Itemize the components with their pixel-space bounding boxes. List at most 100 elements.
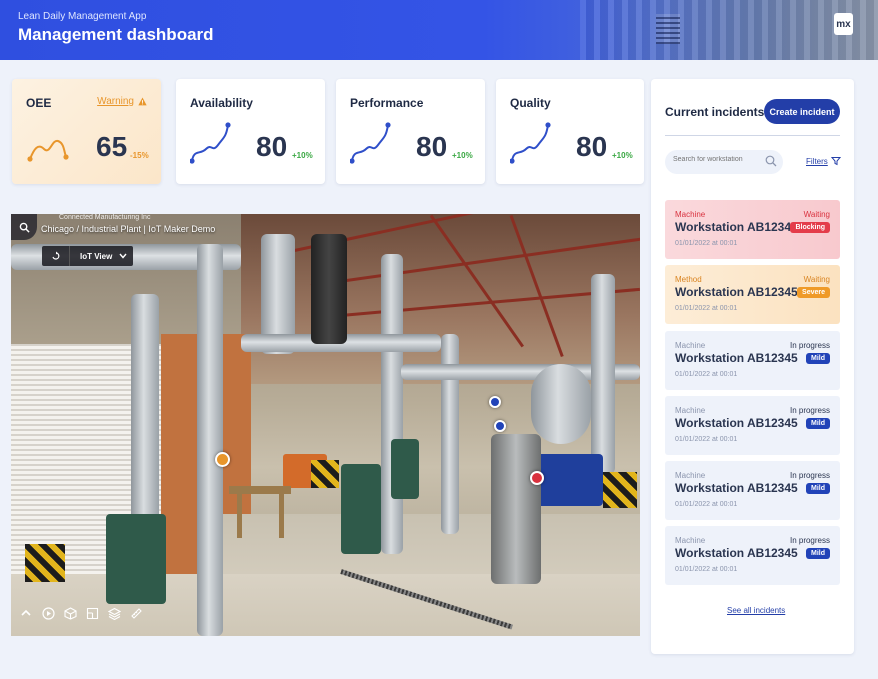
incident-workstation: Workstation AB12345 xyxy=(675,220,798,234)
incident-workstation: Workstation AB12345 xyxy=(675,416,798,430)
incident-category: Machine xyxy=(675,471,706,480)
work-table xyxy=(229,486,291,494)
incident-date: 01/01/2022 at 00:01 xyxy=(675,305,738,312)
filter-icon xyxy=(830,157,841,166)
app-header: Lean Daily Management App Management das… xyxy=(0,0,878,60)
incident-card[interactable]: Machine Workstation AB12345 01/01/2022 a… xyxy=(665,526,840,585)
tank xyxy=(531,364,591,444)
panel-title: Current incidents xyxy=(665,105,765,119)
incident-category: Method xyxy=(675,275,702,284)
kpi-delta: +10% xyxy=(612,151,633,160)
hazard-stripe xyxy=(311,460,339,488)
chevron-up-icon[interactable] xyxy=(19,606,33,620)
incident-category: Machine xyxy=(675,406,706,415)
incident-category: Machine xyxy=(675,536,706,545)
kpi-warning-label: Warning xyxy=(97,96,134,107)
search-icon[interactable] xyxy=(765,155,777,167)
iot-hotspot-alert[interactable] xyxy=(530,471,544,485)
severity-badge: Mild xyxy=(806,418,830,429)
incident-workstation: Workstation AB12345 xyxy=(675,285,798,299)
create-incident-button[interactable]: Create incident xyxy=(764,99,840,124)
iot-hotspot-warning[interactable] xyxy=(215,452,230,467)
workstation-search-input[interactable] xyxy=(673,156,763,163)
pipe xyxy=(591,274,615,474)
hazard-stripe xyxy=(603,472,637,508)
search-icon xyxy=(19,222,30,233)
incident-card[interactable]: Machine Workstation AB12345 01/01/2022 a… xyxy=(665,331,840,390)
work-table-leg xyxy=(279,494,284,538)
filters-label: Filters xyxy=(806,156,828,166)
viewer-search-button[interactable] xyxy=(11,214,37,240)
pipe xyxy=(381,254,403,554)
warning-icon xyxy=(138,97,147,106)
rotate-icon[interactable] xyxy=(42,246,70,266)
plant-3d-viewer[interactable]: Connected Manufacturing Inc Chicago / In… xyxy=(11,214,640,636)
oee-trend-icon xyxy=(27,139,69,162)
chevron-down-icon xyxy=(119,252,127,261)
kpi-card-performance[interactable]: Performance 80 +10% xyxy=(336,79,485,184)
severity-badge: Blocking xyxy=(790,222,830,233)
viewer-bottom-toolbar xyxy=(19,606,143,620)
kpi-delta: -15% xyxy=(130,151,149,160)
kpi-value: 80 xyxy=(256,131,288,162)
kpi-warning-link[interactable]: Warning xyxy=(97,96,147,107)
kpi-card-availability[interactable]: Availability 80 +10% xyxy=(176,79,325,184)
kpi-title: Performance xyxy=(350,96,424,110)
severity-badge: Mild xyxy=(806,353,830,364)
dark-pipe xyxy=(311,234,347,344)
kpi-value: 80 xyxy=(576,131,608,162)
incident-date: 01/01/2022 at 00:01 xyxy=(675,566,738,573)
severity-badge: Mild xyxy=(806,483,830,494)
play-icon[interactable] xyxy=(41,606,55,620)
viewer-mode-dropdown[interactable]: IoT View xyxy=(42,246,133,266)
kpi-title: Quality xyxy=(510,96,551,110)
incident-card[interactable]: Machine Workstation AB12345 01/01/2022 a… xyxy=(665,461,840,520)
availability-trend-icon xyxy=(190,122,231,164)
iot-hotspot-ok[interactable] xyxy=(494,420,506,432)
kpi-title: OEE xyxy=(26,96,52,110)
floorplan-icon[interactable] xyxy=(85,606,99,620)
view-mode-label: IoT View xyxy=(80,251,113,261)
incident-status: Waiting xyxy=(803,275,830,284)
severity-badge: Severe xyxy=(797,287,830,298)
mendix-logo[interactable]: mx xyxy=(834,13,853,35)
incident-card[interactable]: Method Workstation AB12345 01/01/2022 at… xyxy=(665,265,840,324)
workstation-search[interactable] xyxy=(665,150,783,174)
kpi-card-quality[interactable]: Quality 80 +10% xyxy=(496,79,644,184)
layers-icon[interactable] xyxy=(107,606,121,620)
incident-date: 01/01/2022 at 00:01 xyxy=(675,371,738,378)
incident-workstation: Workstation AB12345 xyxy=(675,546,798,560)
performance-trend-icon xyxy=(350,122,391,164)
kpi-value: 80 xyxy=(416,131,448,162)
incident-card[interactable]: Machine Workstation AB12345 01/01/2022 a… xyxy=(665,396,840,455)
viewer-company-label: Connected Manufacturing Inc xyxy=(59,214,151,221)
see-all-incidents-link[interactable]: See all incidents xyxy=(727,606,785,615)
panel-divider xyxy=(665,135,840,136)
iot-hotspot-ok[interactable] xyxy=(489,396,501,408)
kpi-value: 65 xyxy=(96,131,128,162)
header-photo-detail xyxy=(656,14,680,44)
app-name: Lean Daily Management App xyxy=(18,11,147,22)
incident-workstation: Workstation AB12345 xyxy=(675,351,798,365)
kpi-card-oee[interactable]: OEE Warning 65 -15% xyxy=(12,79,161,184)
incident-status: Waiting xyxy=(803,210,830,219)
incident-category: Machine xyxy=(675,210,706,219)
incident-date: 01/01/2022 at 00:01 xyxy=(675,240,738,247)
incident-workstation: Workstation AB12345 xyxy=(675,481,798,495)
page-title: Management dashboard xyxy=(18,25,214,44)
incident-status: In progress xyxy=(789,536,830,545)
viewer-breadcrumb[interactable]: Chicago / Industrial Plant | IoT Maker D… xyxy=(41,224,215,234)
kpi-title: Availability xyxy=(190,96,253,110)
incident-card[interactable]: Machine Workstation AB12345 01/01/2022 a… xyxy=(665,200,840,259)
incident-date: 01/01/2022 at 00:01 xyxy=(675,501,738,508)
incident-status: In progress xyxy=(789,406,830,415)
kpi-delta: +10% xyxy=(452,151,473,160)
machine-housing xyxy=(491,434,541,584)
green-pump xyxy=(391,439,419,499)
incident-date: 01/01/2022 at 00:01 xyxy=(675,436,738,443)
measure-icon[interactable] xyxy=(129,606,143,620)
cube-icon[interactable] xyxy=(63,606,77,620)
filters-link[interactable]: Filters xyxy=(806,156,841,166)
hazard-stripe xyxy=(25,544,65,582)
severity-badge: Mild xyxy=(806,548,830,559)
